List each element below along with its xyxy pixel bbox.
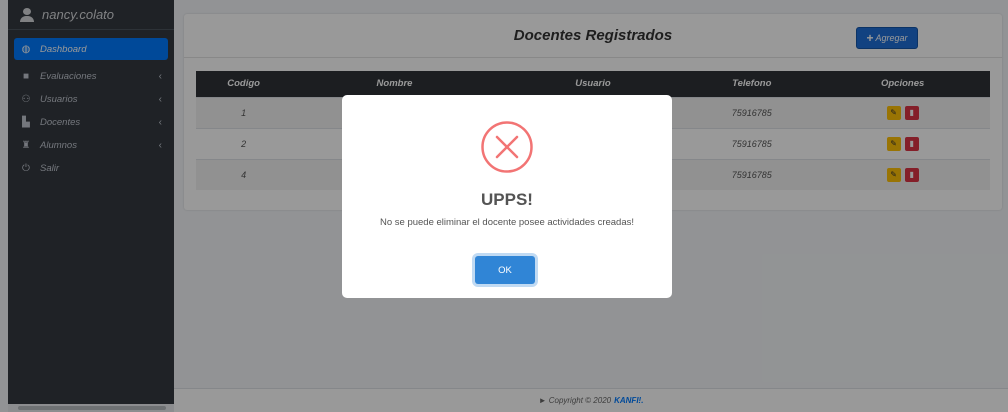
error-x-icon	[481, 121, 533, 173]
modal-overlay[interactable]: UPPS! No se puede eliminar el docente po…	[0, 0, 1008, 412]
error-dialog: UPPS! No se puede eliminar el docente po…	[342, 95, 672, 298]
dialog-title: UPPS!	[481, 190, 533, 209]
ok-button[interactable]: OK	[475, 256, 535, 284]
dialog-message: No se puede eliminar el docente posee ac…	[379, 217, 635, 228]
